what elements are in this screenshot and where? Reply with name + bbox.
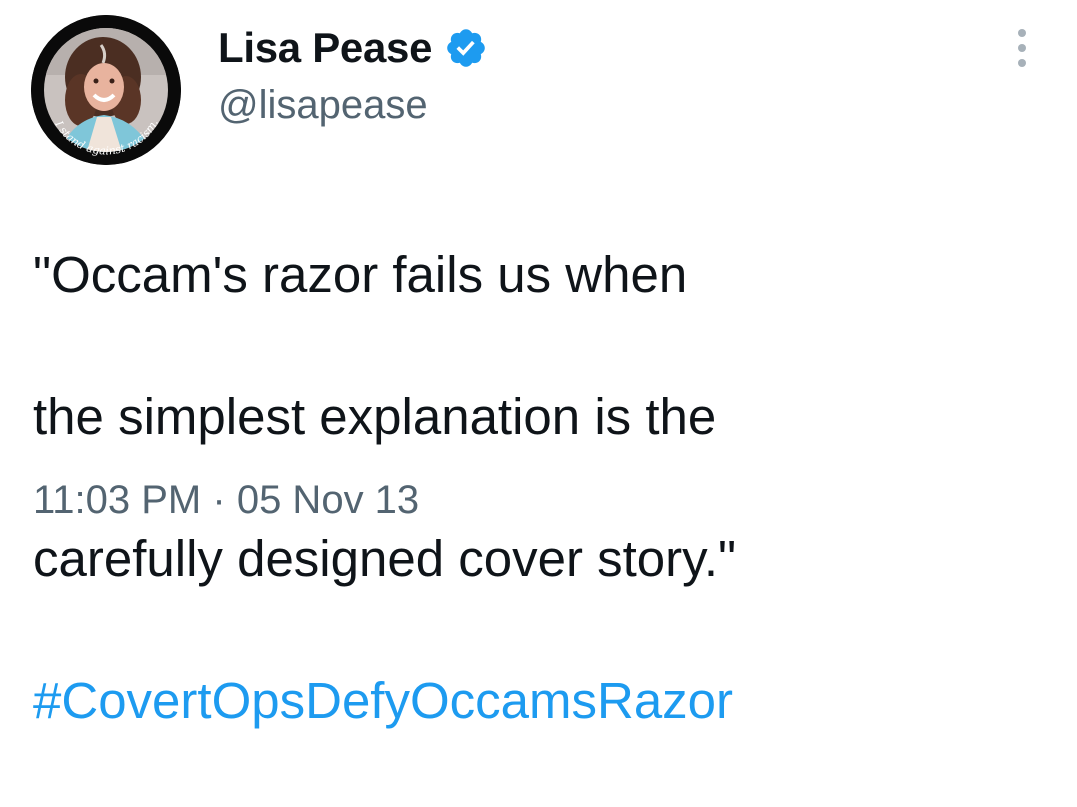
tweet: I stand against racism. Lisa Pease @lisa… bbox=[0, 0, 1077, 729]
hashtag-link[interactable]: #CovertOpsDefyOccamsRazor bbox=[33, 665, 733, 736]
tweet-date[interactable]: 05 Nov 13 bbox=[237, 478, 419, 522]
tweet-time[interactable]: 11:03 PM bbox=[33, 478, 201, 522]
tweet-text-line: carefully designed cover story." bbox=[33, 530, 737, 587]
tweet-text-line: "Occam's razor fails us when bbox=[33, 246, 688, 303]
author-name-row: Lisa Pease bbox=[218, 22, 488, 74]
timestamp-separator: · bbox=[212, 478, 226, 522]
author-avatar[interactable]: I stand against racism. bbox=[31, 15, 181, 165]
tweet-timestamp: 11:03 PM · 05 Nov 13 bbox=[33, 473, 419, 527]
tweet-text-line: the simplest explanation is the bbox=[33, 388, 717, 445]
more-dots-icon bbox=[1018, 29, 1026, 37]
author-handle[interactable]: @lisapease bbox=[218, 80, 428, 130]
avatar-photo: I stand against racism. bbox=[31, 15, 181, 165]
verified-badge-icon[interactable] bbox=[444, 26, 488, 70]
author-display-name[interactable]: Lisa Pease bbox=[218, 22, 432, 74]
more-options-button[interactable] bbox=[1002, 22, 1042, 74]
